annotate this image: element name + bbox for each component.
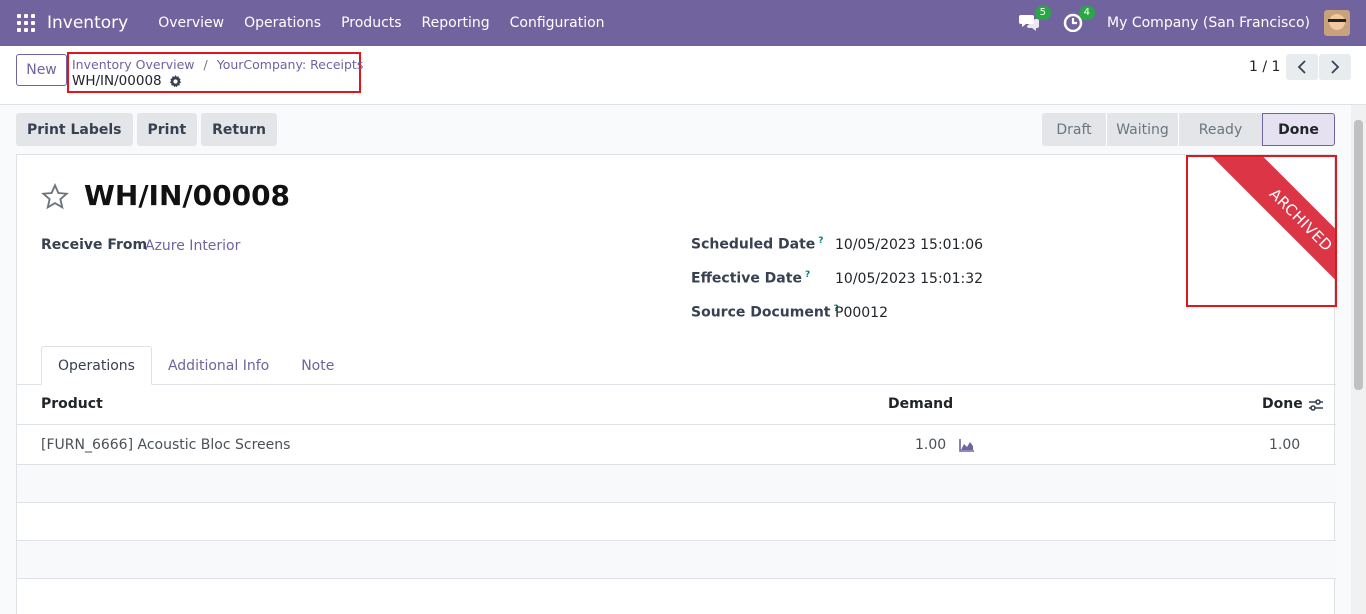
breadcrumb-receipts[interactable]: YourCompany: Receipts bbox=[217, 57, 364, 72]
receive-from-label: Receive From bbox=[41, 237, 148, 253]
archived-ribbon-label: ARCHIVED bbox=[1206, 157, 1335, 305]
form-sheet: WH/IN/00008 ARCHIVED Receive From Azure … bbox=[16, 154, 1337, 614]
main-menu: Overview Operations Products Reporting C… bbox=[148, 15, 614, 31]
app-menu-icon[interactable] bbox=[17, 14, 35, 32]
table-row-empty bbox=[17, 541, 1336, 579]
column-product[interactable]: Product bbox=[41, 396, 103, 412]
breadcrumb-separator: / bbox=[203, 57, 208, 72]
column-done[interactable]: Done bbox=[1262, 396, 1303, 412]
menu-item-reporting[interactable]: Reporting bbox=[412, 15, 500, 31]
top-navbar: Inventory Overview Operations Products R… bbox=[0, 0, 1366, 46]
menu-item-configuration[interactable]: Configuration bbox=[500, 15, 615, 31]
stage-waiting[interactable]: Waiting bbox=[1106, 113, 1178, 146]
menu-item-operations[interactable]: Operations bbox=[234, 15, 331, 31]
column-demand[interactable]: Demand bbox=[888, 396, 953, 412]
print-button[interactable]: Print bbox=[136, 113, 198, 146]
page-scrollbar[interactable] bbox=[1351, 105, 1366, 614]
activities-clock-icon[interactable]: 4 bbox=[1063, 6, 1096, 34]
pager-previous-button[interactable] bbox=[1286, 54, 1318, 80]
table-row[interactable]: [FURN_6666] Acoustic Bloc Screens 1.00 1… bbox=[17, 425, 1336, 465]
scrollbar-thumb[interactable] bbox=[1354, 120, 1363, 390]
stage-done[interactable]: Done bbox=[1262, 113, 1335, 146]
gear-icon[interactable] bbox=[169, 74, 182, 88]
record-title: WH/IN/00008 bbox=[84, 179, 291, 212]
row-done[interactable]: 1.00 bbox=[1269, 437, 1300, 453]
table-header: Product Demand Done bbox=[17, 385, 1336, 425]
pager-value[interactable]: 1 / 1 bbox=[1249, 59, 1280, 75]
tab-additional-info[interactable]: Additional Info bbox=[152, 346, 285, 385]
systray: 5 4 My Company (San Francisco) bbox=[1019, 6, 1366, 36]
scheduled-date-label: Scheduled Date? bbox=[691, 236, 824, 253]
menu-item-products[interactable]: Products bbox=[331, 15, 411, 31]
messages-icon[interactable]: 5 bbox=[1019, 6, 1052, 34]
status-bar: Draft Waiting Ready Done bbox=[1042, 113, 1335, 146]
notebook-tabs: Operations Additional Info Note bbox=[41, 346, 350, 385]
breadcrumb-current-record: WH/IN/00008 bbox=[72, 73, 162, 89]
stage-ready[interactable]: Ready bbox=[1178, 113, 1262, 146]
scheduled-date-value[interactable]: 10/05/2023 15:01:06 bbox=[835, 237, 983, 253]
source-document-label: Source Document? bbox=[691, 304, 839, 321]
breadcrumb-inventory-overview[interactable]: Inventory Overview bbox=[72, 57, 195, 72]
row-demand[interactable]: 1.00 bbox=[915, 437, 946, 453]
star-icon[interactable] bbox=[41, 183, 69, 211]
row-product[interactable]: [FURN_6666] Acoustic Bloc Screens bbox=[41, 437, 290, 453]
menu-item-overview[interactable]: Overview bbox=[148, 15, 234, 31]
tab-note[interactable]: Note bbox=[285, 346, 350, 385]
receive-from-value[interactable]: Azure Interior bbox=[145, 238, 240, 254]
action-buttons: Print Labels Print Return bbox=[16, 113, 277, 146]
table-row-empty bbox=[17, 465, 1336, 503]
help-icon[interactable]: ? bbox=[818, 236, 823, 246]
archived-ribbon: ARCHIVED bbox=[1186, 155, 1337, 307]
forecast-chart-icon[interactable] bbox=[959, 438, 975, 452]
app-brand[interactable]: Inventory bbox=[47, 13, 128, 33]
print-labels-button[interactable]: Print Labels bbox=[16, 113, 133, 146]
table-row-empty bbox=[17, 503, 1336, 541]
tab-operations[interactable]: Operations bbox=[41, 346, 152, 385]
user-avatar[interactable] bbox=[1324, 10, 1350, 36]
stage-draft[interactable]: Draft bbox=[1042, 113, 1106, 146]
new-button[interactable]: New bbox=[16, 54, 67, 86]
source-document-value[interactable]: P00012 bbox=[835, 305, 888, 321]
help-icon[interactable]: ? bbox=[805, 270, 810, 280]
company-switcher[interactable]: My Company (San Francisco) bbox=[1107, 15, 1310, 31]
effective-date-value[interactable]: 10/05/2023 15:01:32 bbox=[835, 271, 983, 287]
pager-next-button[interactable] bbox=[1319, 54, 1351, 80]
breadcrumb: Inventory Overview / YourCompany: Receip… bbox=[67, 52, 364, 93]
messages-count-badge: 5 bbox=[1034, 6, 1052, 20]
chevron-left-icon bbox=[1297, 60, 1306, 74]
activities-count-badge: 4 bbox=[1078, 6, 1096, 20]
control-panel: New Inventory Overview / YourCompany: Re… bbox=[0, 46, 1366, 105]
return-button[interactable]: Return bbox=[201, 113, 277, 146]
column-settings-icon[interactable] bbox=[1308, 397, 1324, 413]
chevron-right-icon bbox=[1331, 60, 1340, 74]
effective-date-label: Effective Date? bbox=[691, 270, 811, 287]
